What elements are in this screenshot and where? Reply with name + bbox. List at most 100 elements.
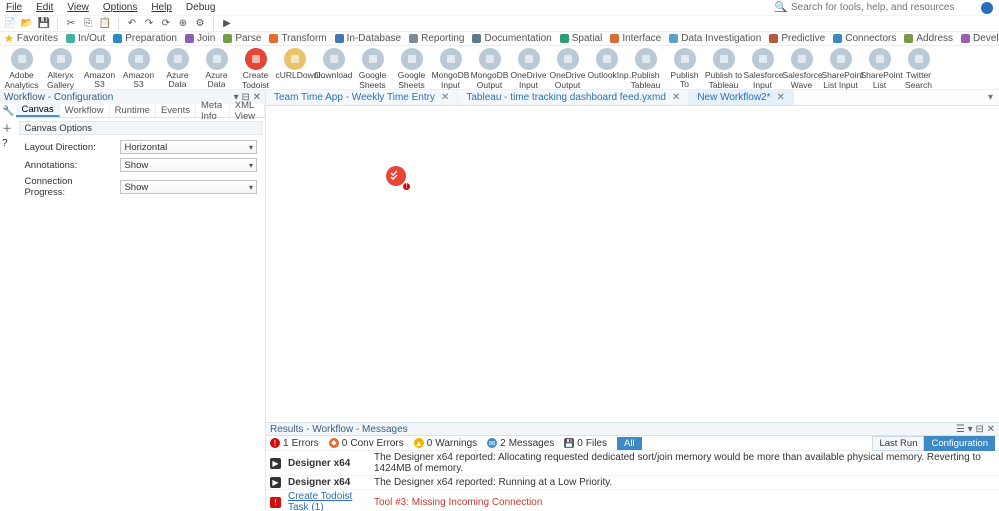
doc-tab[interactable]: Tableau - time tracking dashboard feed.y… [458,90,689,105]
menu-debug[interactable]: Debug [186,2,215,13]
option-select[interactable]: Show [120,158,257,172]
filter-warnings[interactable]: ▲0 Warnings [414,438,477,449]
category-color-icon [269,34,278,43]
message-source-link[interactable]: Create Todoist Task (1) [288,491,370,511]
category-predictive[interactable]: Predictive [769,33,825,44]
category-in-out[interactable]: In/Out [66,33,105,44]
category-color-icon [961,34,970,43]
config-tabs: CanvasWorkflowRuntimeEventsMeta InfoXML … [16,104,265,118]
undo-icon[interactable]: ↶ [126,18,138,30]
message-text: The Designer x64 reported: Allocating re… [374,452,995,474]
doc-tab[interactable]: Team Time App - Weekly Time Entry ✕ [266,90,458,105]
tool-twitter-search[interactable]: TwitterSearch [899,46,938,89]
category-favorites[interactable]: ★Favorites [4,32,58,45]
filter-conv-errors[interactable]: ⬥0 Conv Errors [329,438,404,449]
category-in-database[interactable]: In-Database [335,33,401,44]
doc-tab-label: Team Time App - Weekly Time Entry [274,92,435,103]
message-row: ▶Designer x64The Designer x64 reported: … [266,451,999,476]
refresh-icon[interactable]: ⟳ [160,18,172,30]
tool-outlookinp-[interactable]: OutlookInp… [587,46,626,81]
filter-files[interactable]: 💾0 Files [564,438,607,449]
menu-help[interactable]: Help [151,2,172,13]
menu-view[interactable]: View [67,2,89,13]
menu-options[interactable]: Options [103,2,137,13]
workflow-canvas[interactable]: ! [266,106,999,422]
category-interface[interactable]: Interface [610,33,661,44]
category-data-investigation[interactable]: Data Investigation [669,33,761,44]
cut-icon[interactable]: ✂ [65,18,77,30]
run-icon[interactable]: ▶ [221,18,233,30]
tool-onedrive-output[interactable]: OneDriveOutput [548,46,587,89]
message-icon: ▶ [270,477,281,488]
tool-mongodb-output[interactable]: MongoDBOutput [470,46,509,89]
copy-icon[interactable]: ⎘ [82,18,94,30]
tool-mongodb-input[interactable]: MongoDBInput [431,46,470,89]
category-documentation[interactable]: Documentation [472,33,551,44]
filter-messages[interactable]: ✉2 Messages [487,438,554,449]
results-tab-configuration[interactable]: Configuration [924,436,995,451]
tool-icon [284,48,306,70]
tool-curldownl-[interactable]: cURLDownl… [275,46,314,81]
filter-errors[interactable]: !1 Errors [270,438,319,449]
search-input[interactable] [791,2,961,13]
option-select[interactable]: Show [120,180,257,194]
results-tab-lastrun[interactable]: Last Run [872,436,924,451]
global-search[interactable]: 🔍 [775,2,961,13]
close-icon[interactable]: ✕ [441,92,449,103]
category-connectors[interactable]: Connectors [833,33,896,44]
category-transform[interactable]: Transform [269,33,326,44]
tool-icon [908,48,930,70]
config-tab-runtime[interactable]: Runtime [110,104,156,117]
category-parse[interactable]: Parse [223,33,261,44]
doc-tab-label: Tableau - time tracking dashboard feed.y… [466,92,666,103]
menu-file[interactable]: File [6,2,22,13]
save-icon[interactable]: 💾 [38,18,50,30]
doc-tab[interactable]: New Workflow2*✕ [689,90,794,105]
category-reporting[interactable]: Reporting [409,33,464,44]
filter-all[interactable]: All [617,437,642,450]
paste-icon[interactable]: 📋 [99,18,111,30]
dock-help-icon[interactable]: ? [2,138,14,149]
menu-bar: File Edit View Options Help Debug 🔍 [0,0,999,16]
tool-alteryx-gallery[interactable]: AlteryxGallery [41,46,80,89]
config-tab-events[interactable]: Events [156,104,196,117]
category-join[interactable]: Join [185,33,215,44]
option-select[interactable]: Horizontal [120,140,257,154]
category-developer[interactable]: Developer [961,33,999,44]
message-source: Designer x64 [288,458,370,469]
option-label: Annotations: [24,160,114,171]
config-tab-canvas[interactable]: Canvas [16,104,59,117]
settings-icon[interactable]: ⚙ [194,18,206,30]
menu-edit[interactable]: Edit [36,2,53,13]
config-tab-workflow[interactable]: Workflow [60,104,110,117]
tool-adobe-analytics[interactable]: AdobeAnalytics [2,46,41,89]
category-color-icon [185,34,194,43]
category-color-icon [409,34,418,43]
globe-icon[interactable] [981,2,993,14]
results-menu-icon[interactable]: ☰ ▾ ⊟ ✕ [956,424,995,435]
category-preparation[interactable]: Preparation [113,33,177,44]
config-tab-meta-info[interactable]: Meta Info [196,104,230,117]
config-tab-xml-view[interactable]: XML View [230,104,265,117]
canvas-dropdown-icon[interactable]: ▾ [988,92,993,103]
tool-sharepoint-list-input[interactable]: SharePointList Input [821,46,860,89]
category-spatial[interactable]: Spatial [560,33,603,44]
category-color-icon [223,34,232,43]
tool-download-[interactable]: Download [314,46,353,81]
open-icon[interactable]: 📂 [21,18,33,30]
close-icon[interactable]: ✕ [672,92,680,103]
close-icon[interactable]: ✕ [777,92,785,103]
tool-salesforce-input[interactable]: SalesforceInput [743,46,782,89]
dock-plus-icon[interactable]: ＋ [2,120,14,135]
category-address[interactable]: Address [904,33,953,44]
tool-onedrive-input[interactable]: OneDriveInput [509,46,548,89]
zoom-icon[interactable]: ⊕ [177,18,189,30]
tool-icon [89,48,111,70]
canvas-tool-todoist[interactable]: ! [386,166,408,188]
tool-icon [830,48,852,70]
new-icon[interactable]: 📄 [4,18,16,30]
dock-wrench-icon[interactable]: 🔧 [2,106,14,117]
category-color-icon [472,34,481,43]
tool-icon [869,48,891,70]
redo-icon[interactable]: ↷ [143,18,155,30]
